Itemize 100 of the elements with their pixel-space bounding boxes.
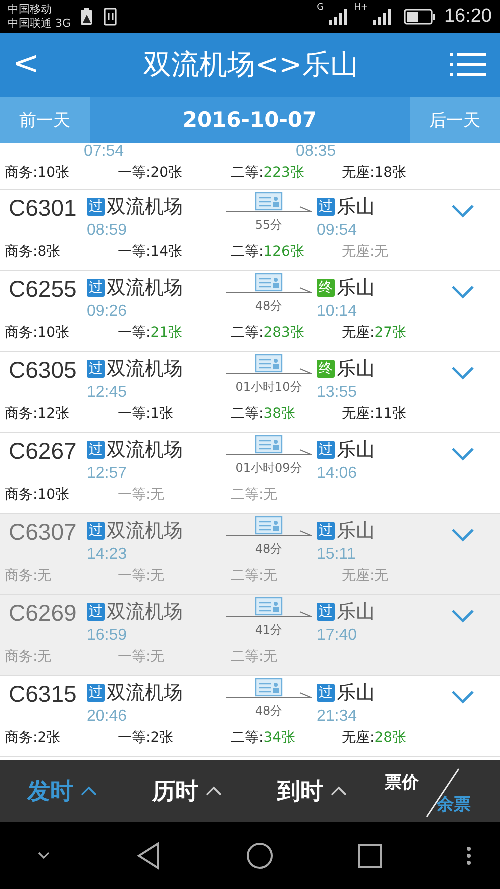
train-row[interactable]: C6269 过 双流机场 16:59 41分 过 乐山 17:40 商务:无 一等:无 二等:无: [0, 595, 500, 676]
seat-availability: 一等:无: [117, 648, 166, 667]
departure-time: 07:54: [84, 143, 124, 162]
station-badge: 过: [87, 441, 105, 459]
arrival-station: 乐山: [337, 519, 375, 544]
trip-duration: 01小时09分: [236, 461, 302, 475]
train-row[interactable]: C6307 过 双流机场 14:23 48分 过 乐山 15:11 商务:无 一等:无 二等:无 无座:无: [0, 514, 500, 595]
arrival-time: 14:06: [317, 465, 358, 483]
station-badge: 过: [87, 603, 105, 621]
trip-duration: 48分: [255, 542, 283, 556]
departure-station: 双流机场: [107, 681, 183, 706]
train-row[interactable]: C6267 过 双流机场 12:57 01小时09分 过 乐山 14:06 商务:10张 一等:无 二等:无: [0, 433, 500, 514]
seat-availability: 商务:10张: [5, 486, 71, 505]
sort-tab[interactable]: 票价 余票: [375, 763, 500, 819]
arrival-time: 21:34: [317, 708, 358, 726]
seat-availability: 一等:无: [117, 567, 166, 586]
sort-tab[interactable]: 历时: [125, 774, 250, 808]
seat-availability: 商务:10张: [5, 164, 71, 183]
train-number: C6255: [8, 275, 78, 304]
departure-time: 16:59: [87, 627, 128, 645]
train-row[interactable]: C6315 过 双流机场 20:46 48分 过 乐山 21:34 商务:2张 一等:2张 二等:34张 无座:28张: [0, 676, 500, 757]
train-number: C6305: [8, 356, 78, 385]
departure-station: 双流机场: [107, 519, 183, 544]
arrival-station: 乐山: [337, 600, 375, 625]
arrival-time: 15:11: [317, 546, 357, 564]
train-number: C6307: [8, 518, 78, 547]
seat-availability: 无座:无: [342, 567, 390, 586]
network-label: H+: [354, 3, 368, 13]
station-badge: 过: [87, 360, 105, 378]
seat-availability: 二等:无: [230, 648, 279, 667]
chevron-down-icon[interactable]: [36, 850, 52, 860]
more-icon[interactable]: [466, 846, 472, 866]
departure-time: 09:26: [87, 303, 128, 321]
sort-tab[interactable]: 到时: [250, 774, 375, 808]
carrier-name: 中国移动: [8, 2, 53, 16]
seat-availability: 一等:20张: [117, 164, 184, 183]
departure-time: 12:57: [87, 465, 128, 483]
station-badge: 过: [87, 522, 105, 540]
trip-duration: 48分: [255, 299, 283, 313]
caret-up-icon: [204, 786, 222, 796]
departure-time: 12:45: [87, 384, 128, 402]
seat-availability: 商务:8张: [5, 243, 62, 262]
seat-availability: 无座:无: [342, 243, 390, 262]
menu-icon[interactable]: [450, 51, 486, 79]
station-badge: 过: [87, 279, 105, 297]
trip-duration: 41分: [255, 623, 283, 637]
departure-station: 双流机场: [107, 276, 183, 301]
station-badge: 过: [317, 603, 335, 621]
station-badge: 过: [87, 198, 105, 216]
train-row[interactable]: C6301 过 双流机场 08:59 55分 过 乐山 09:54 商务:8张 一等:14张 二等:126张 无座:无: [0, 190, 500, 271]
train-number: C6267: [8, 437, 78, 466]
trip-duration: 55分: [255, 218, 283, 232]
departure-station: 双流机场: [107, 438, 183, 463]
seat-availability: 无座:18张: [342, 164, 408, 183]
train-number: C6315: [8, 680, 78, 709]
seat-availability: 商务:10张: [5, 324, 71, 343]
back-button[interactable]: <: [0, 44, 52, 86]
departure-station: 双流机场: [107, 600, 183, 625]
seat-availability: 一等:2张: [117, 729, 175, 748]
seat-availability: 二等:34张: [230, 729, 297, 748]
back-icon[interactable]: [136, 842, 162, 870]
station-badge: 过: [317, 684, 335, 702]
arrival-time: 08:35: [296, 143, 336, 162]
seat-availability: 二等:126张: [230, 243, 306, 262]
station-badge: 过: [317, 441, 335, 459]
seat-availability: 商务:无: [5, 567, 53, 586]
seat-availability: 二等:无: [230, 567, 279, 586]
train-row[interactable]: C6305 过 双流机场 12:45 01小时10分 终 乐山 13:55 商务:12张 一等:1张 二等:38张 无座:11张: [0, 352, 500, 433]
station-badge: 过: [317, 198, 335, 216]
seat-availability: 二等:无: [230, 486, 279, 505]
arrival-station: 乐山: [337, 681, 375, 706]
caret-up-icon: [330, 786, 348, 796]
arrival-station: 乐山: [337, 195, 375, 220]
seat-availability: 一等:无: [117, 486, 166, 505]
departure-station: 双流机场: [107, 195, 183, 220]
home-icon[interactable]: [246, 842, 274, 870]
network-label: G: [317, 3, 324, 13]
train-number: C6269: [8, 599, 78, 628]
seat-availability: 一等:14张: [117, 243, 184, 262]
seat-availability: 无座:27张: [342, 324, 408, 343]
trip-duration: 01小时10分: [236, 380, 302, 394]
sort-tab[interactable]: 发时: [0, 774, 125, 808]
train-row[interactable]: C6255 过 双流机场 09:26 48分 终 乐山 10:14 商务:10张 一等:21张 二等:283张 无座:27张: [0, 271, 500, 352]
recent-apps-icon[interactable]: [358, 844, 382, 868]
seat-availability: 商务:2张: [5, 729, 62, 748]
seat-availability: 二等:223张: [230, 164, 306, 183]
sim-card-icon: [103, 8, 120, 26]
battery-icon: [404, 8, 436, 24]
train-row[interactable]: 07:54 08:35 商务:10张 一等:20张 二等:223张 无座:18张: [0, 143, 500, 190]
caret-up-icon: [80, 786, 98, 796]
arrival-time: 09:54: [317, 222, 358, 240]
departure-station: 双流机场: [107, 357, 183, 382]
trip-duration: 48分: [255, 704, 283, 718]
arrival-station: 乐山: [337, 276, 375, 301]
seat-availability: 无座:11张: [342, 405, 408, 424]
seat-availability: 二等:38张: [230, 405, 297, 424]
train-number: C6301: [8, 194, 78, 223]
seat-availability: 二等:283张: [230, 324, 306, 343]
station-badge: 过: [317, 522, 335, 540]
station-badge: 终: [317, 360, 335, 378]
